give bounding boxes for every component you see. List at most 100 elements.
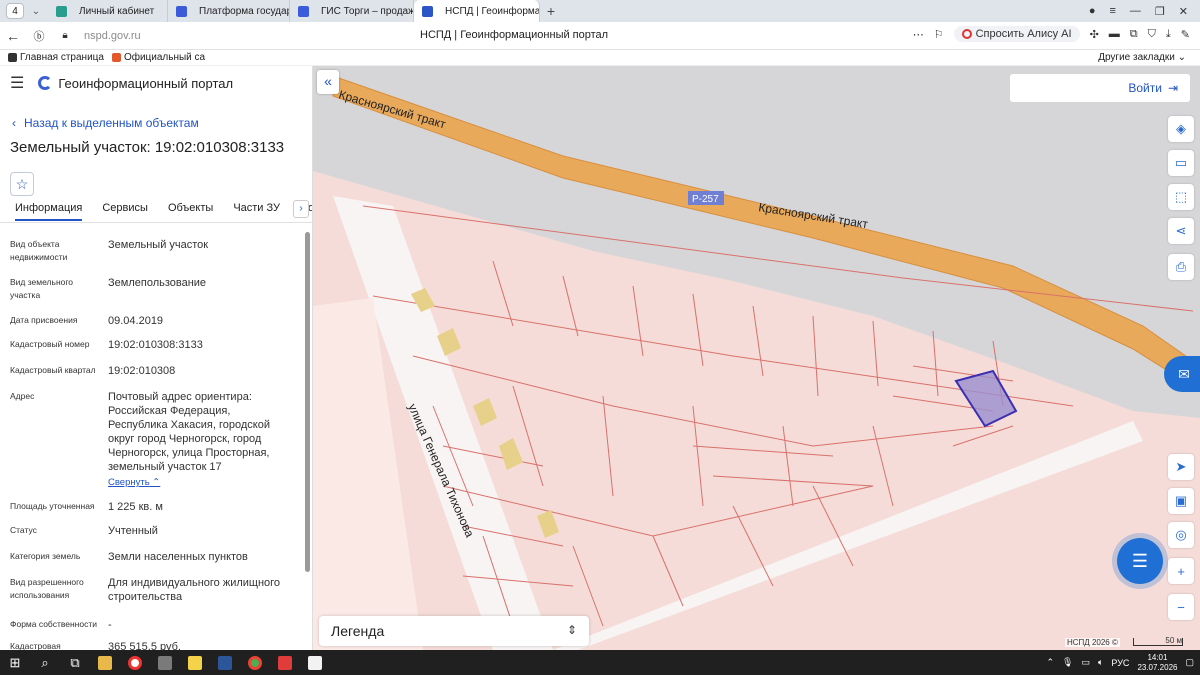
bookmark-favicon-icon — [111, 53, 121, 62]
tab-parts[interactable]: Части ЗУ — [233, 199, 280, 214]
close-window-icon[interactable]: ✕ — [1179, 5, 1188, 18]
taskbar-app[interactable] — [120, 650, 150, 675]
tabs-scroll-right-button[interactable]: › — [293, 200, 309, 218]
site-info-icon[interactable]: ⓑ — [26, 28, 52, 44]
document-icon — [308, 655, 322, 670]
shield-icon[interactable]: ⛉ — [1148, 28, 1156, 41]
select-area-button[interactable]: ⬚ — [1168, 184, 1194, 210]
chevron-down-icon[interactable]: ⌄ — [28, 6, 44, 17]
locate-button[interactable]: ➤ — [1168, 454, 1194, 480]
print-button[interactable]: ⎙ — [1168, 254, 1194, 280]
tab-objects[interactable]: Объекты — [168, 199, 213, 214]
window-controls: ● ≡ — ❐ ✕ — [1089, 0, 1200, 22]
new-tab-button[interactable]: + — [540, 3, 562, 19]
alice-button[interactable]: Спросить Алису AI — [953, 26, 1080, 42]
compass-button[interactable]: ◎ — [1168, 522, 1194, 548]
puzzle-icon[interactable]: ⧉ — [1130, 28, 1138, 41]
restore-icon[interactable]: ❐ — [1155, 5, 1165, 18]
taskbar-app[interactable] — [300, 650, 330, 675]
lane-area — [553, 421, 1143, 650]
chat-button[interactable]: ☰ — [1117, 538, 1163, 584]
tab-services[interactable]: Сервисы — [102, 199, 148, 214]
favorite-button[interactable]: ☆ — [10, 172, 34, 196]
taskbar-app[interactable] — [180, 650, 210, 675]
taskbar-app[interactable] — [270, 650, 300, 675]
collapse-panel-button[interactable]: « — [317, 70, 339, 94]
browser-tab[interactable]: ГИС Торги – продажи гос — [290, 0, 414, 22]
login-button[interactable]: Войти ⇥ — [1010, 74, 1190, 102]
taskbar-app[interactable] — [210, 650, 240, 675]
ruler-icon: ▭ — [1174, 155, 1188, 170]
map-view[interactable]: Красноярский тракт Красноярский тракт Р-… — [313, 66, 1200, 650]
page-title: НСПД | Геоинформационный портал — [420, 29, 609, 41]
browser-tab[interactable]: Личный кабинет — [48, 0, 168, 22]
taskbar-app[interactable] — [240, 650, 270, 675]
extension-icon[interactable]: ✣ — [1090, 28, 1099, 41]
zoom-in-button[interactable]: + — [1168, 558, 1194, 584]
download-icon[interactable]: ⤓ — [1166, 28, 1171, 41]
taskbar-app[interactable] — [150, 650, 180, 675]
menu-icon[interactable]: ≡ — [1109, 5, 1115, 17]
attribute-value: Земельный участок — [108, 239, 209, 251]
task-view-icon[interactable]: ⧉ — [60, 650, 90, 675]
layers-icon: ◈ — [1176, 121, 1186, 136]
minimap-button[interactable]: ▣ — [1168, 488, 1194, 514]
language-indicator[interactable]: РУС — [1111, 658, 1129, 668]
lock-icon[interactable]: 🔒︎ — [52, 30, 78, 41]
chevron-up-icon[interactable]: ⌃ — [1047, 657, 1055, 668]
browser-tab-active[interactable]: НСПД | Геоинформаци✕ — [414, 0, 540, 22]
extension-icon[interactable]: ▬ — [1109, 28, 1120, 40]
clock[interactable]: 14:01 23.07.2026 — [1137, 653, 1177, 673]
profile-icon[interactable]: ● — [1089, 5, 1096, 17]
browser-tab-bar: 4 ⌄ Личный кабинет Платформа государстве… — [0, 0, 1200, 22]
collapse-link[interactable]: Свернуть ⌃ — [108, 476, 160, 490]
hamburger-menu-icon[interactable]: ☰ — [10, 73, 24, 93]
windows-start-icon[interactable]: ⊞ — [0, 650, 30, 675]
bookmark-favicon-icon — [8, 53, 17, 62]
attribute-value: 19:02:010308 — [108, 365, 176, 377]
layers-button[interactable]: ◈ — [1168, 116, 1194, 142]
extension-icon[interactable]: ✎ — [1181, 28, 1190, 41]
attribute-label: Кадастровый номер — [10, 339, 90, 349]
attribute-row: Дата присвоения 09.04.2019 — [0, 314, 300, 328]
attribute-label: Адрес — [10, 391, 35, 401]
attribute-row: Категория земель Земли населенных пунктов — [0, 550, 300, 564]
url-field[interactable]: nspd.gov.ru — [84, 30, 141, 42]
bookmark-icon[interactable]: ⚐ — [934, 28, 944, 41]
share-button[interactable]: ⋖ — [1168, 218, 1194, 244]
other-bookmarks[interactable]: Другие закладки ⌄ — [1098, 52, 1186, 63]
taskbar-app[interactable] — [90, 650, 120, 675]
search-icon[interactable]: ⌕ — [30, 650, 60, 675]
minimize-icon[interactable]: — — [1130, 5, 1141, 17]
microphone-icon[interactable]: 🎙︎ — [1062, 657, 1073, 668]
panel-scrollbar[interactable] — [305, 232, 310, 572]
network-icon[interactable]: ▭ — [1081, 657, 1090, 668]
browser-tab[interactable]: Платформа государстве — [168, 0, 290, 22]
printer-icon: ⎙ — [1175, 259, 1187, 274]
attribute-row: Вид объекта недвижимости Земельный участо… — [0, 238, 300, 264]
attribute-row: Вид разрешенного использования Для индиви… — [0, 576, 300, 604]
tab-information[interactable]: Информация — [15, 199, 83, 221]
measure-button[interactable]: ▭ — [1168, 150, 1194, 176]
legend-panel[interactable]: Легенда ⇕ — [319, 616, 589, 646]
legend-title: Легенда — [331, 623, 385, 639]
more-icon[interactable]: ⋯ — [913, 28, 924, 41]
bookmark-item[interactable]: Официальный са — [111, 52, 205, 63]
plus-icon: + — [1177, 563, 1185, 579]
alice-icon — [961, 29, 972, 39]
notifications-icon[interactable]: ▢ — [1185, 657, 1194, 668]
bookmark-item[interactable]: Главная страница — [8, 52, 104, 63]
attribute-row: Площадь уточненная 1 225 кв. м — [0, 500, 300, 514]
help-button[interactable]: ✉ — [1164, 356, 1200, 392]
zoom-out-button[interactable]: − — [1168, 594, 1194, 620]
selected-parcel[interactable] — [954, 369, 1018, 428]
back-arrow-icon[interactable]: ← — [0, 28, 26, 44]
volume-icon[interactable]: 🔈︎ — [1098, 657, 1103, 668]
tab-title: ГИС Торги – продажи гос — [321, 5, 413, 17]
portal-logo[interactable]: Геоинформационный портал — [38, 76, 233, 91]
tab-count-button[interactable]: 4 — [6, 3, 24, 19]
back-to-selected-link[interactable]: ‹ Назад к выделенным объектам — [12, 116, 312, 130]
copyright-label: НСПД 2026 © — [1065, 638, 1120, 647]
attribute-value: 365 515,5 руб. — [108, 641, 181, 650]
tab-favicon-icon — [56, 5, 67, 17]
